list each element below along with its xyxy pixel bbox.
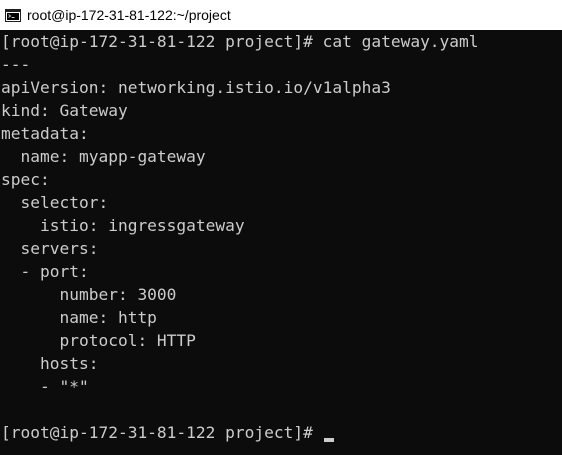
terminal-line: number: 3000 bbox=[1, 285, 177, 304]
terminal-line: metadata: bbox=[1, 124, 89, 143]
terminal-line: hosts: bbox=[1, 354, 99, 373]
terminal-line: name: myapp-gateway bbox=[1, 147, 206, 166]
terminal-line: --- bbox=[1, 55, 31, 74]
terminal-line: spec: bbox=[1, 170, 50, 189]
text-cursor bbox=[323, 438, 334, 442]
terminal-line: istio: ingressgateway bbox=[1, 216, 245, 235]
terminal-line: kind: Gateway bbox=[1, 101, 128, 120]
terminal-line: - port: bbox=[1, 262, 89, 281]
terminal-line: [root@ip-172-31-81-122 project]# cat gat… bbox=[1, 32, 479, 51]
terminal-window: root@ip-172-31-81-122:~/project [root@ip… bbox=[0, 0, 562, 455]
terminal-line: - "*" bbox=[1, 377, 89, 396]
shell-prompt: [root@ip-172-31-81-122 project]# bbox=[1, 423, 323, 442]
terminal-line: protocol: HTTP bbox=[1, 331, 196, 350]
prompt-line[interactable]: [root@ip-172-31-81-122 project]# bbox=[1, 421, 562, 444]
terminal-output[interactable]: [root@ip-172-31-81-122 project]# cat gat… bbox=[0, 30, 562, 455]
terminal-line: servers: bbox=[1, 239, 99, 258]
terminal-line: name: http bbox=[1, 308, 157, 327]
terminal-icon bbox=[5, 8, 21, 22]
title-bar[interactable]: root@ip-172-31-81-122:~/project bbox=[0, 0, 562, 30]
terminal-line: selector: bbox=[1, 193, 109, 212]
terminal-line: apiVersion: networking.istio.io/v1alpha3 bbox=[1, 78, 391, 97]
window-title: root@ip-172-31-81-122:~/project bbox=[27, 7, 231, 23]
